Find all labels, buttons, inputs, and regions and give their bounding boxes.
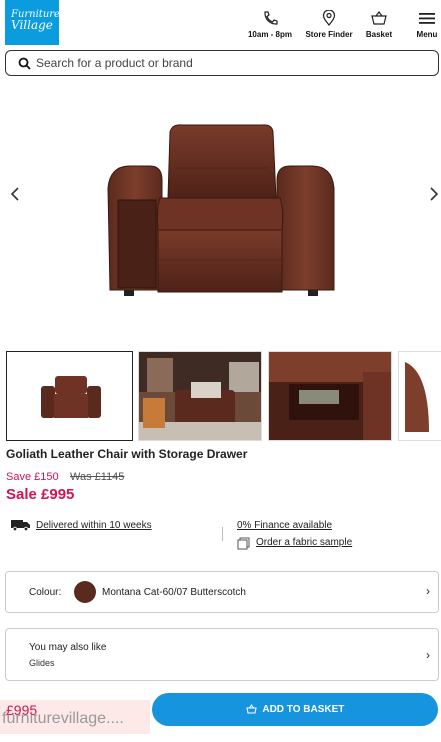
thumbnail-1[interactable]: [6, 351, 133, 441]
fabric-sample-icon: [237, 537, 250, 550]
also-like-title: You may also like: [29, 642, 107, 653]
menu-button[interactable]: Menu: [413, 10, 441, 39]
colour-swatch: [74, 581, 96, 603]
thumbnail-4[interactable]: [398, 351, 441, 441]
divider: [222, 527, 223, 541]
furniture-village-logo[interactable]: Furniture Village: [5, 0, 60, 45]
basket-link[interactable]: Basket: [360, 10, 398, 39]
delivery-truck-icon: [11, 520, 30, 531]
leather-armchair-image: [107, 124, 335, 296]
colour-selector[interactable]: Colour: Montana Cat-60/07 Butterscotch ›: [5, 571, 439, 613]
thumbnail-strip: [0, 350, 441, 442]
basket-label: Basket: [365, 30, 393, 39]
fabric-sample-link[interactable]: Order a fabric sample: [256, 537, 352, 548]
chevron-right-icon: ›: [426, 584, 430, 598]
footer-url: furniturevillage....: [2, 710, 124, 727]
hours-label: 10am - 8pm: [247, 30, 293, 39]
finance-link[interactable]: 0% Finance available: [237, 520, 332, 531]
thumbnail-drawer-image: [269, 352, 391, 440]
store-finder-label: Store Finder: [305, 30, 353, 39]
thumbnail-2[interactable]: [138, 351, 262, 441]
thumbnail-chair-image: [7, 352, 132, 440]
delivery-info-link[interactable]: Delivered within 10 weeks: [36, 520, 152, 531]
chevron-right-icon: ›: [426, 648, 430, 662]
was-price: Was £1145: [70, 471, 125, 483]
site-header: Furniture Village 10am - 8pm Store Finde…: [0, 0, 441, 48]
colour-value: Montana Cat-60/07 Butterscotch: [102, 587, 246, 598]
location-pin-icon: [322, 10, 336, 26]
product-hero-image[interactable]: [0, 80, 441, 345]
opening-hours-link[interactable]: 10am - 8pm: [244, 10, 296, 39]
previous-image-arrow-icon[interactable]: [6, 184, 26, 204]
sale-price: Sale £995: [6, 486, 75, 503]
hamburger-menu-icon: [419, 13, 435, 24]
colour-label: Colour:: [29, 587, 62, 598]
add-to-basket-button[interactable]: ADD TO BASKET: [152, 693, 438, 726]
logo-line-2: Village: [11, 18, 53, 32]
menu-label: Menu: [416, 30, 438, 39]
next-image-arrow-icon[interactable]: [423, 184, 441, 204]
add-to-basket-label: ADD TO BASKET: [262, 703, 345, 715]
also-like-subtitle: Glides: [29, 658, 55, 668]
thumbnail-3[interactable]: [268, 351, 392, 441]
search-icon: [18, 57, 31, 70]
basket-icon: [245, 704, 257, 714]
thumbnail-detail-image: [399, 352, 441, 440]
store-finder-link[interactable]: Store Finder: [302, 10, 356, 39]
search-input[interactable]: [36, 54, 426, 72]
also-like-panel[interactable]: You may also like Glides ›: [5, 628, 439, 681]
search-bar[interactable]: [5, 50, 439, 76]
save-amount: Save £150: [6, 471, 59, 483]
phone-icon: [264, 11, 278, 25]
product-title: Goliath Leather Chair with Storage Drawe…: [6, 447, 248, 461]
basket-icon: [371, 11, 387, 25]
thumbnail-room-image: [139, 352, 261, 440]
